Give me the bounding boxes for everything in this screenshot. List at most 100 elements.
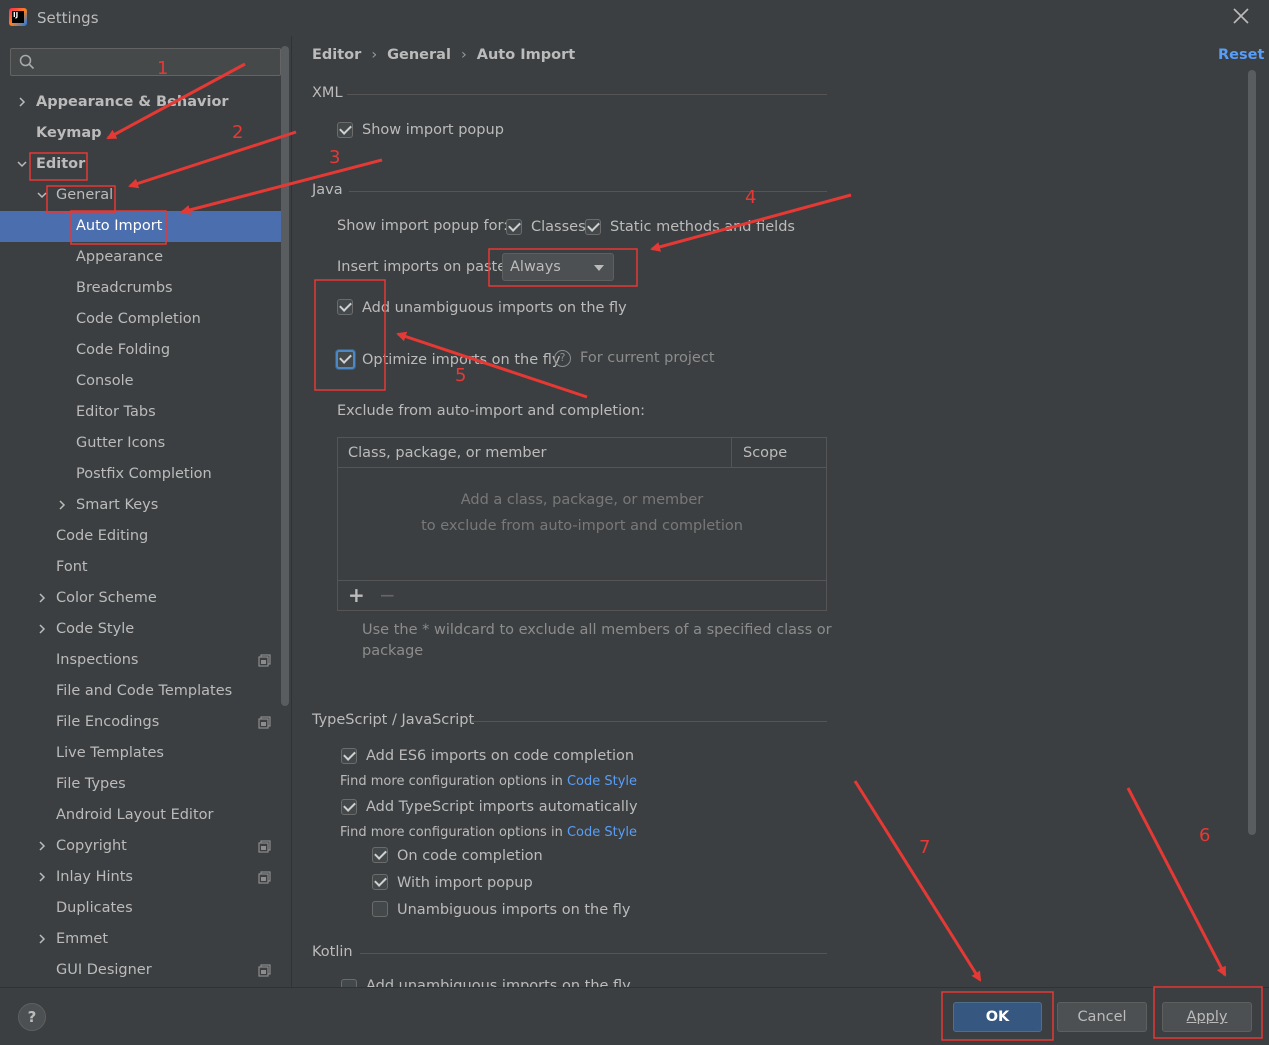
chevron-right-icon[interactable] [37, 872, 47, 882]
ts-imports-checkbox[interactable] [341, 799, 357, 815]
sidebar-item-file-types[interactable]: File Types [0, 769, 282, 800]
sidebar-item-auto-import[interactable]: Auto Import [0, 211, 282, 242]
sidebar-item-smart-keys[interactable]: Smart Keys [0, 490, 282, 521]
sidebar-item-appearance-behavior[interactable]: Appearance & Behavior [0, 87, 282, 118]
apply-button[interactable]: Apply [1162, 1002, 1252, 1032]
sidebar-item-label: Editor [36, 156, 86, 172]
show-import-popup-label[interactable]: Show import popup [362, 122, 504, 138]
kotlin-unambiguous-checkbox[interactable] [341, 979, 357, 987]
search-icon [19, 54, 35, 70]
annotation-number-6: 6 [1199, 825, 1211, 846]
typescript-section-divider [472, 721, 827, 722]
sidebar-item-code-editing[interactable]: Code Editing [0, 521, 282, 552]
sidebar-item-emmet[interactable]: Emmet [0, 924, 282, 955]
classes-label[interactable]: Classes [531, 219, 586, 235]
sidebar-item-general[interactable]: General [0, 180, 282, 211]
help-circle-icon[interactable]: ? [554, 350, 571, 367]
sidebar-item-label: General [56, 187, 114, 203]
sidebar-item-gutter-icons[interactable]: Gutter Icons [0, 428, 282, 459]
kotlin-unambiguous-label[interactable]: Add unambiguous imports on the fly [366, 978, 631, 987]
cancel-button[interactable]: Cancel [1057, 1002, 1147, 1032]
es6-imports-checkbox[interactable] [341, 748, 357, 764]
table-empty-text-line1: Add a class, package, or member [460, 492, 704, 508]
find-more-text-1: Find more configuration options in [340, 774, 563, 789]
sidebar-item-font[interactable]: Font [0, 552, 282, 583]
breadcrumb-separator: › [371, 47, 378, 63]
settings-search-input[interactable] [10, 48, 281, 76]
wildcard-hint-line1: Use the * wildcard to exclude all member… [362, 622, 832, 638]
column-header-class[interactable]: Class, package, or member [348, 445, 547, 461]
exclude-table[interactable]: Class, package, or member Scope Add a cl… [337, 437, 827, 611]
reset-link[interactable]: Reset [1218, 47, 1264, 63]
add-icon[interactable]: + [348, 583, 365, 607]
sidebar-item-label: Code Completion [76, 311, 201, 327]
breadcrumb-editor: Editor [312, 47, 362, 63]
xml-section-divider [347, 94, 827, 95]
typescript-section-title: TypeScript / JavaScript [312, 712, 475, 728]
chevron-right-icon[interactable] [37, 934, 47, 944]
chevron-right-icon[interactable] [17, 97, 27, 107]
ts-unambiguous-label[interactable]: Unambiguous imports on the fly [397, 902, 631, 918]
ts-unambiguous-checkbox[interactable] [372, 901, 388, 917]
sidebar-item-postfix-completion[interactable]: Postfix Completion [0, 459, 282, 490]
sidebar-item-label: Font [56, 559, 88, 575]
sidebar-item-duplicates[interactable]: Duplicates [0, 893, 282, 924]
sidebar-item-editor[interactable]: Editor [0, 149, 282, 180]
show-import-popup-checkbox[interactable] [337, 122, 353, 138]
with-import-popup-checkbox[interactable] [372, 874, 388, 890]
sidebar-item-live-templates[interactable]: Live Templates [0, 738, 282, 769]
sidebar-item-inspections[interactable]: Inspections [0, 645, 282, 676]
sidebar-item-editor-tabs[interactable]: Editor Tabs [0, 397, 282, 428]
add-unambiguous-checkbox[interactable] [337, 299, 353, 315]
sidebar-item-label: File Encodings [56, 714, 160, 730]
chevron-right-icon[interactable] [37, 624, 47, 634]
sidebar-item-code-folding[interactable]: Code Folding [0, 335, 282, 366]
insert-on-paste-dropdown[interactable]: Always [502, 253, 614, 281]
sidebar-item-android-layout-editor[interactable]: Android Layout Editor [0, 800, 282, 831]
sidebar-item-code-completion[interactable]: Code Completion [0, 304, 282, 335]
sidebar-item-breadcrumbs[interactable]: Breadcrumbs [0, 273, 282, 304]
classes-checkbox[interactable] [506, 219, 522, 235]
on-code-completion-label[interactable]: On code completion [397, 848, 543, 864]
static-methods-label[interactable]: Static methods and fields [610, 219, 795, 235]
sidebar-item-copyright[interactable]: Copyright [0, 831, 282, 862]
code-style-link-2[interactable]: Code Style [567, 825, 637, 840]
chevron-right-icon[interactable] [37, 593, 47, 603]
close-icon[interactable] [1231, 6, 1251, 26]
static-methods-checkbox[interactable] [585, 219, 601, 235]
breadcrumb: Editor › General › Auto Import [312, 47, 575, 63]
ok-button[interactable]: OK [953, 1002, 1042, 1032]
ts-imports-label[interactable]: Add TypeScript imports automatically [366, 799, 638, 815]
intellij-logo-icon: IJ [9, 8, 27, 26]
with-import-popup-label[interactable]: With import popup [397, 875, 533, 891]
sidebar-item-console[interactable]: Console [0, 366, 282, 397]
chevron-down-icon[interactable] [17, 159, 27, 169]
on-code-completion-checkbox[interactable] [372, 847, 388, 863]
sidebar-item-color-scheme[interactable]: Color Scheme [0, 583, 282, 614]
insert-on-paste-label: Insert imports on paste: [337, 259, 512, 275]
es6-imports-label[interactable]: Add ES6 imports on code completion [366, 748, 634, 764]
help-button[interactable]: ? [18, 1003, 46, 1031]
sidebar-scrollbar[interactable] [281, 46, 289, 706]
column-separator[interactable] [731, 438, 732, 468]
project-scope-icon [258, 871, 271, 884]
optimize-imports-checkbox[interactable] [336, 350, 355, 369]
sidebar-item-file-and-code-templates[interactable]: File and Code Templates [0, 676, 282, 707]
sidebar-item-gui-designer[interactable]: GUI Designer [0, 955, 282, 986]
chevron-right-icon[interactable] [37, 841, 47, 851]
sidebar-item-inlay-hints[interactable]: Inlay Hints [0, 862, 282, 893]
chevron-right-icon[interactable] [57, 500, 67, 510]
code-style-link-1[interactable]: Code Style [567, 774, 637, 789]
sidebar-item-appearance[interactable]: Appearance [0, 242, 282, 273]
sidebar-item-file-encodings[interactable]: File Encodings [0, 707, 282, 738]
add-unambiguous-label[interactable]: Add unambiguous imports on the fly [362, 300, 627, 316]
settings-tree: Appearance & Behavior Keymap Editor General… [0, 87, 282, 986]
column-header-scope[interactable]: Scope [743, 445, 787, 461]
chevron-down-icon[interactable] [37, 190, 47, 200]
sidebar-item-label: Appearance & Behavior [36, 94, 229, 110]
content-scrollbar[interactable] [1248, 70, 1256, 835]
sidebar-item-label: GUI Designer [56, 962, 152, 978]
remove-icon[interactable]: − [379, 583, 396, 607]
sidebar-item-code-style[interactable]: Code Style [0, 614, 282, 645]
annotation-number-5: 5 [455, 365, 467, 386]
